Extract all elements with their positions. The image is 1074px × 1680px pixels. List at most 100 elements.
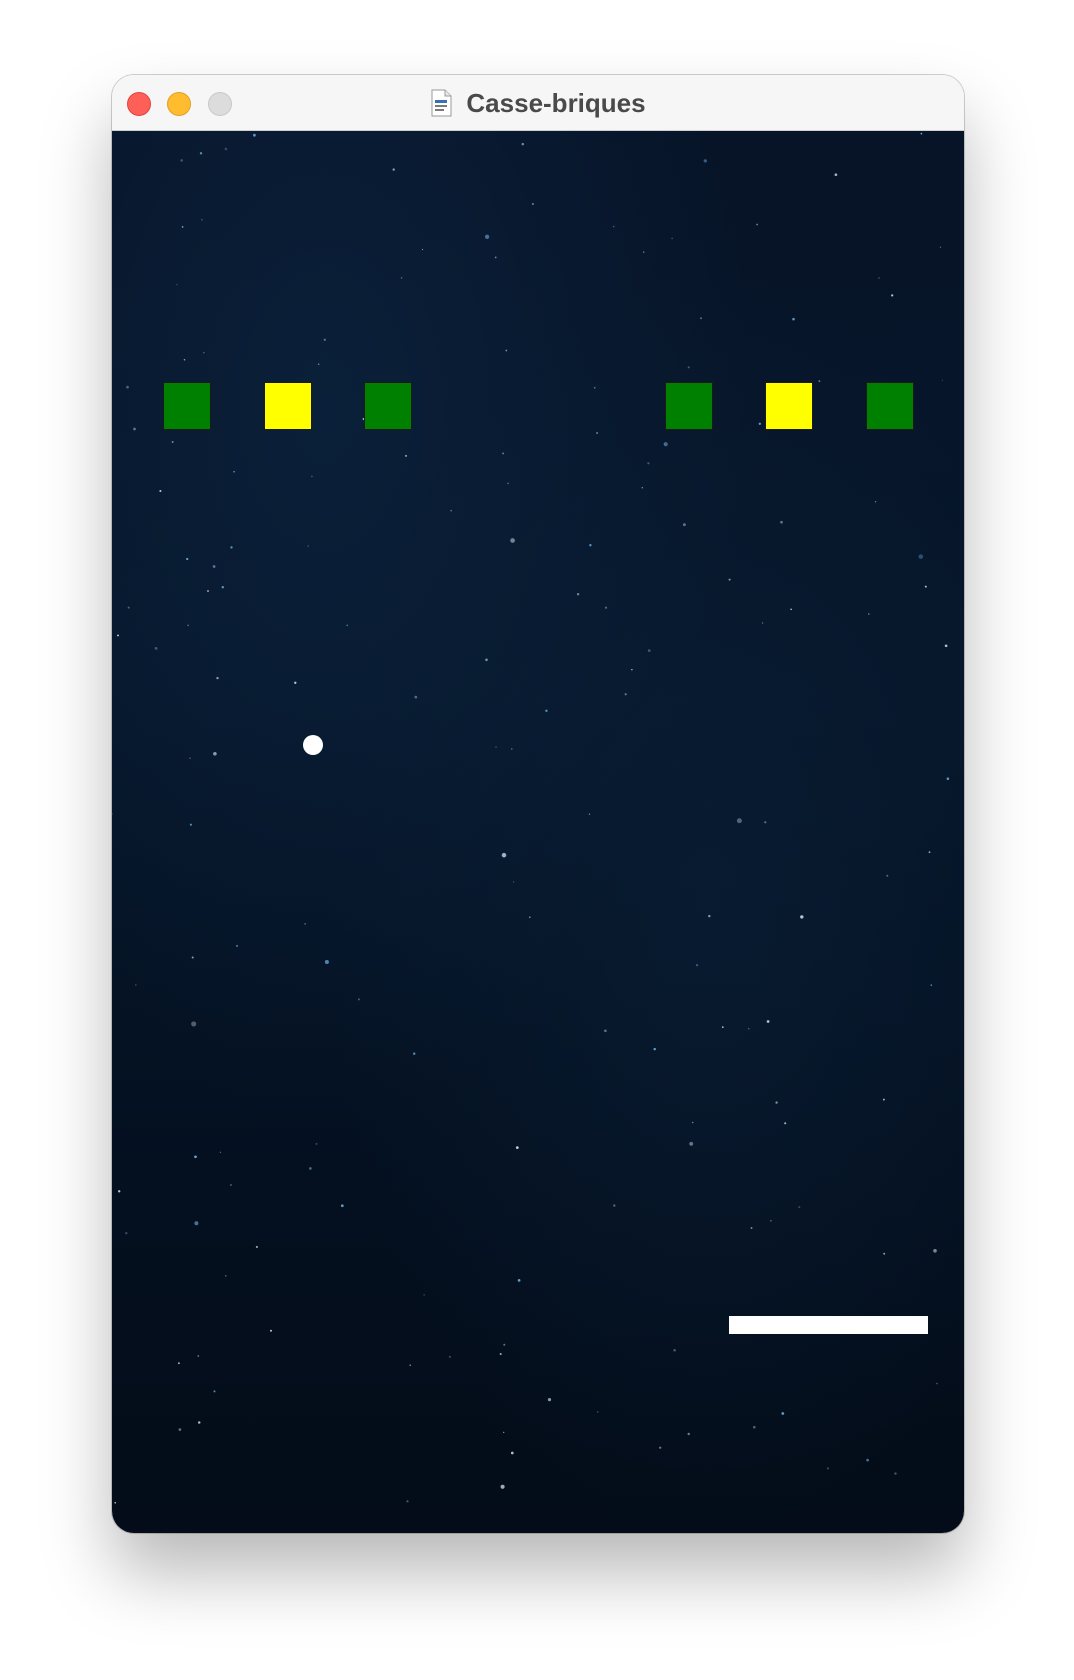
star (114, 1502, 116, 1504)
star (511, 748, 513, 750)
star (213, 752, 217, 756)
star (194, 1221, 199, 1226)
paddle[interactable] (729, 1316, 928, 1334)
star (756, 223, 758, 226)
star (186, 557, 189, 561)
star (944, 644, 948, 648)
star (392, 168, 395, 171)
brick-yellow-2 (765, 382, 813, 430)
star (191, 1021, 197, 1027)
star (357, 998, 360, 1001)
star (219, 1151, 222, 1153)
star (593, 386, 596, 389)
star (673, 1348, 676, 1352)
star (507, 482, 509, 485)
star (515, 1146, 519, 1149)
game-canvas[interactable] (112, 131, 964, 1533)
star (485, 658, 488, 662)
star (750, 1227, 753, 1229)
star (604, 1029, 607, 1033)
star (631, 668, 633, 671)
star (595, 431, 599, 435)
star (346, 624, 348, 627)
star (421, 248, 424, 251)
star (126, 385, 129, 389)
star (800, 915, 804, 919)
star (224, 147, 228, 151)
star (177, 1362, 180, 1365)
star (721, 1026, 724, 1028)
star (834, 173, 838, 177)
star (612, 225, 615, 228)
star (874, 501, 877, 503)
star (753, 1425, 756, 1429)
star (683, 523, 686, 527)
star (203, 351, 205, 354)
star (928, 851, 931, 854)
star (659, 1446, 662, 1449)
star (894, 1472, 897, 1475)
star (213, 1390, 216, 1393)
star (775, 1101, 778, 1104)
star (781, 1412, 785, 1415)
star (878, 277, 880, 279)
star (340, 1204, 344, 1208)
star (604, 606, 608, 609)
star (939, 246, 942, 248)
star (400, 277, 403, 279)
star (180, 159, 183, 162)
star (941, 379, 944, 381)
star (784, 1122, 787, 1125)
star (918, 554, 924, 559)
star (736, 818, 742, 824)
star (183, 358, 186, 361)
brick-green-4 (866, 382, 914, 430)
star (624, 693, 627, 696)
app-window: Casse-briques (112, 75, 964, 1533)
star (189, 757, 191, 759)
star (764, 821, 767, 824)
star (792, 317, 795, 321)
star (405, 454, 407, 457)
star (207, 590, 209, 592)
star (663, 442, 668, 447)
star (189, 823, 192, 826)
star (221, 585, 225, 589)
star (181, 226, 184, 228)
star (818, 380, 821, 383)
star (703, 159, 707, 163)
star (891, 294, 894, 297)
star (643, 251, 645, 253)
star (790, 608, 792, 611)
star (501, 852, 507, 858)
brick-yellow-1 (264, 382, 312, 430)
star (448, 1355, 452, 1359)
star (826, 1467, 829, 1470)
star (233, 470, 235, 473)
star (230, 546, 233, 549)
star (294, 681, 297, 684)
star (687, 366, 690, 369)
window-title: Casse-briques (466, 87, 646, 118)
star (883, 1252, 886, 1255)
star (134, 984, 137, 986)
star (500, 1484, 505, 1489)
star (933, 1248, 937, 1253)
star (936, 1382, 938, 1385)
star (588, 813, 591, 815)
star (494, 256, 497, 259)
star (178, 1428, 182, 1431)
star (199, 152, 203, 155)
star (159, 489, 162, 493)
star (886, 874, 889, 877)
star (225, 1275, 227, 1277)
star (216, 676, 219, 680)
star (176, 283, 178, 286)
star (512, 881, 515, 883)
brick-green-1 (163, 382, 211, 430)
star (708, 914, 711, 918)
star (510, 1451, 514, 1455)
star (946, 777, 950, 780)
star (127, 606, 130, 609)
star (758, 422, 761, 425)
